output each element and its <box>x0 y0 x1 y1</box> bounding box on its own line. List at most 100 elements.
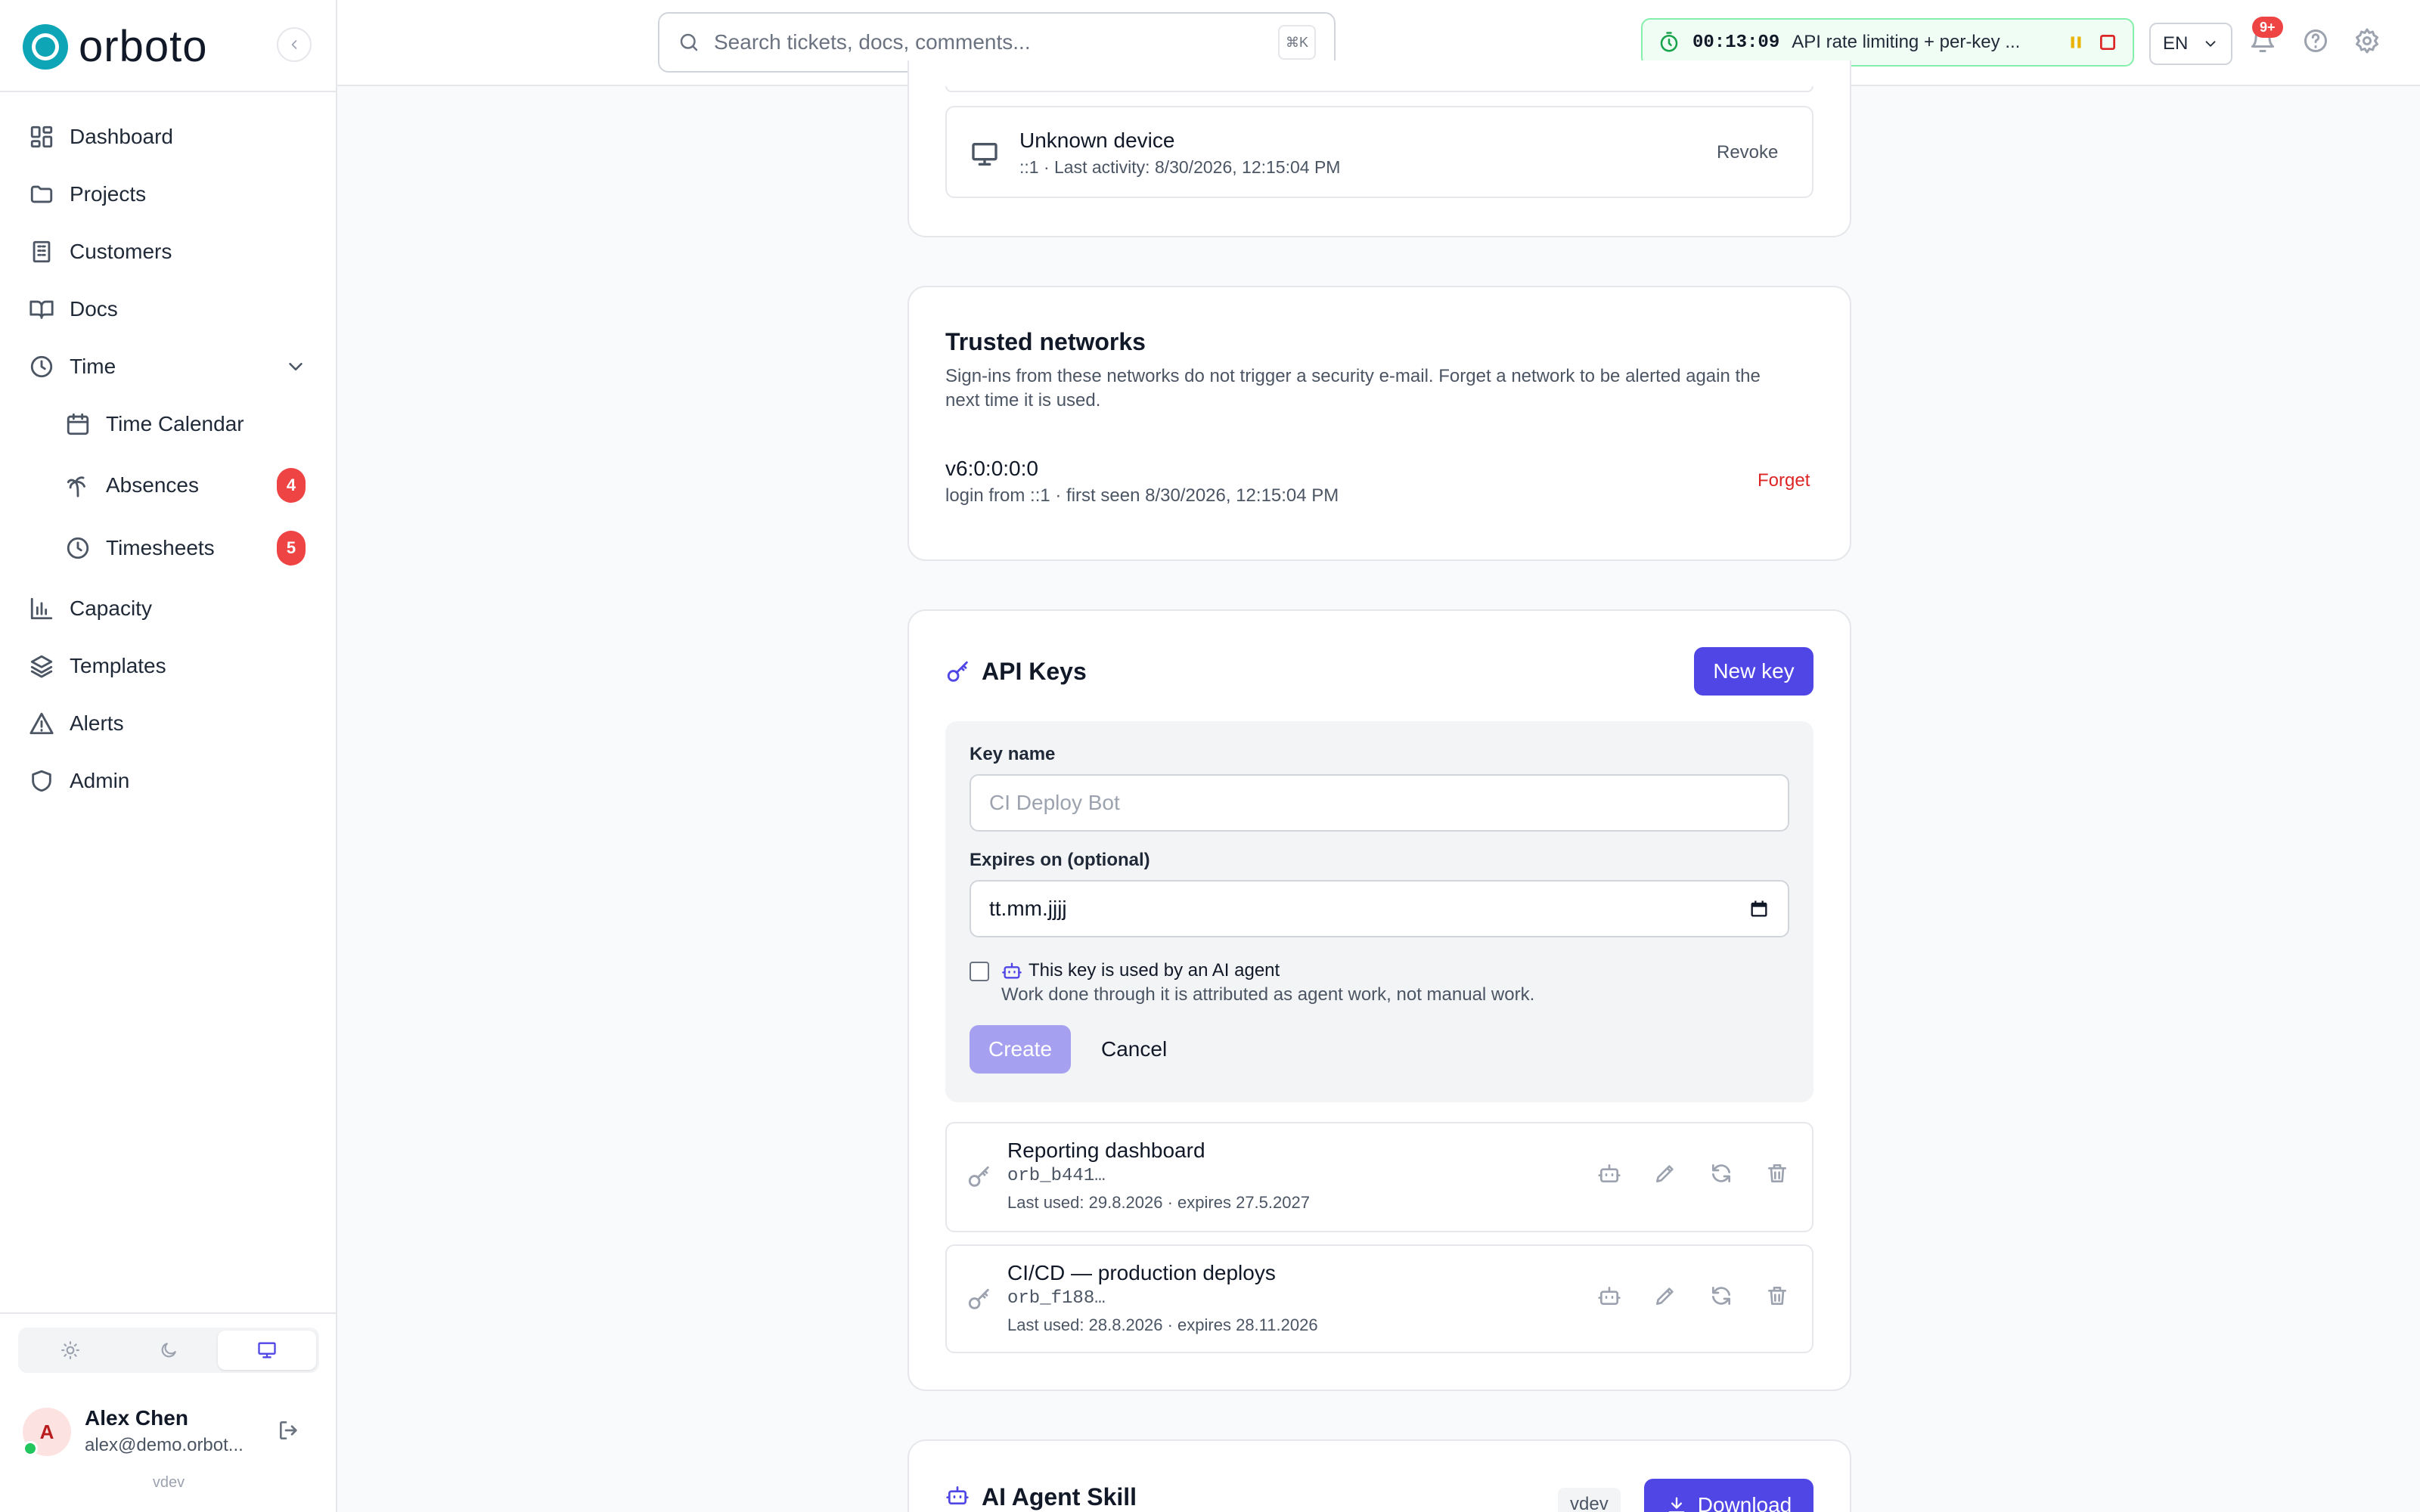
key-name-input[interactable]: CI Deploy Bot <box>970 774 1789 832</box>
network-meta: login from ::1 · first seen 8/30/2026, 1… <box>945 485 1339 506</box>
timer-elapsed: 00:13:09 <box>1692 32 1780 53</box>
notification-count-badge: 9+ <box>2252 17 2283 38</box>
search-icon <box>680 33 698 51</box>
skill-version-badge: vdev <box>1558 1488 1621 1512</box>
building-icon <box>33 240 51 263</box>
logo-text: orboto <box>79 22 208 71</box>
expires-label: Expires on (optional) <box>970 850 1150 870</box>
new-key-button[interactable]: New key <box>1694 647 1813 696</box>
sidebar-item-label: Timesheets <box>106 536 215 559</box>
api-key-meta: Last used: 29.8.2026 · expires 27.5.2027 <box>1007 1193 1310 1212</box>
trash-icon[interactable] <box>1765 1284 1789 1308</box>
trusted-networks-description: Sign-ins from these networks do not trig… <box>945 366 1761 411</box>
create-key-button[interactable]: Create <box>970 1025 1071 1074</box>
api-key-prefix: orb_f188… <box>1007 1288 1106 1309</box>
running-timer[interactable]: 00:13:09 API rate limiting + per-key ... <box>1641 18 2134 67</box>
sidebar-item-projects[interactable]: Projects <box>29 175 146 213</box>
search-shortcut: ⌘K <box>1278 25 1316 60</box>
api-key-row: CI/CD — production deploys orb_f188… Las… <box>945 1244 1813 1353</box>
rotate-icon[interactable] <box>1709 1284 1733 1308</box>
user-email: alex@demo.orbot... <box>85 1435 244 1455</box>
key-name-label: Key name <box>970 744 1056 764</box>
rotate-icon[interactable] <box>1709 1161 1733 1185</box>
sidebar-item-dashboard[interactable]: Dashboard <box>29 118 173 156</box>
sidebar-item-admin[interactable]: Admin <box>29 762 129 800</box>
expires-date-value: tt.mm.jjjj <box>989 897 1067 920</box>
sidebar-item-label: Time <box>70 355 116 378</box>
sidebar-item-absences[interactable]: Absences <box>65 466 199 504</box>
timesheets-count-badge: 5 <box>277 531 306 565</box>
stop-icon[interactable] <box>2098 33 2118 52</box>
trash-icon[interactable] <box>1765 1161 1789 1185</box>
ai-agent-skill-card: AI Agent Skill vdev Download <box>908 1439 1851 1512</box>
chevron-down-icon[interactable] <box>284 355 307 378</box>
sun-icon <box>61 1341 79 1359</box>
expires-date-input[interactable]: tt.mm.jjjj <box>970 880 1789 937</box>
layers-icon <box>30 655 53 678</box>
sidebar-item-templates[interactable]: Templates <box>29 647 166 685</box>
theme-light-button[interactable] <box>21 1331 119 1370</box>
network-address: v6:0:0:0:0 <box>945 457 1038 480</box>
robot-icon[interactable] <box>1597 1284 1621 1308</box>
sidebar-item-label: Admin <box>70 769 130 792</box>
sidebar-footer-divider <box>0 1312 337 1314</box>
download-icon <box>1668 1497 1685 1512</box>
sidebar-item-label: Dashboard <box>70 125 173 148</box>
ai-agent-checkbox[interactable] <box>970 962 989 981</box>
sidebar-item-alerts[interactable]: Alerts <box>29 705 124 742</box>
trusted-networks-card: Trusted networks Sign-ins from these net… <box>908 286 1851 561</box>
api-key-actions <box>1597 1161 1789 1185</box>
sidebar-item-timesheets[interactable]: Timesheets <box>65 529 215 567</box>
api-key-prefix: orb_b441… <box>1007 1166 1106 1186</box>
sidebar-item-label: Alerts <box>70 711 124 735</box>
collapse-sidebar-button[interactable] <box>277 27 312 62</box>
palm-tree-icon <box>67 476 85 497</box>
theme-dark-button[interactable] <box>119 1331 218 1370</box>
timer-task: API rate limiting + per-key ... <box>1792 32 2021 52</box>
stopwatch-icon <box>1660 32 1678 52</box>
revoke-button[interactable]: Revoke <box>1717 142 1778 163</box>
bar-chart-icon <box>30 597 53 620</box>
clock-icon <box>30 355 53 378</box>
logout-icon[interactable] <box>277 1418 301 1442</box>
dashboard-icon <box>30 125 53 148</box>
robot-icon[interactable] <box>1597 1161 1621 1185</box>
ai-agent-hint: Work done through it is attributed as ag… <box>1001 984 1535 1005</box>
download-label: Download <box>1697 1493 1792 1512</box>
app-version: vdev <box>152 1474 185 1491</box>
cancel-button[interactable]: Cancel <box>1101 1037 1167 1061</box>
api-key-meta: Last used: 28.8.2026 · expires 28.11.202… <box>1007 1315 1318 1334</box>
logo[interactable]: orboto <box>23 21 207 72</box>
language-value: EN <box>2163 33 2189 54</box>
sidebar-item-customers[interactable]: Customers <box>29 233 172 271</box>
calendar-icon[interactable] <box>1748 898 1770 919</box>
forget-network-button[interactable]: Forget <box>1758 470 1810 491</box>
folder-icon <box>30 185 53 203</box>
absences-count-badge: 4 <box>277 468 306 503</box>
theme-switcher <box>18 1328 319 1373</box>
sidebar-item-time[interactable]: Time <box>29 348 116 386</box>
download-skill-button[interactable]: Download <box>1644 1479 1813 1512</box>
pause-icon[interactable] <box>2066 33 2086 52</box>
sidebar-divider <box>0 91 337 92</box>
sidebar-item-time-calendar[interactable]: Time Calendar <box>65 405 244 443</box>
sidebar-item-docs[interactable]: Docs <box>29 290 118 328</box>
pencil-icon[interactable] <box>1653 1161 1677 1185</box>
device-name: Unknown device <box>1019 129 1175 152</box>
language-select[interactable]: EN <box>2149 23 2232 65</box>
gear-icon[interactable] <box>2353 27 2381 54</box>
search-placeholder: Search tickets, docs, comments... <box>714 30 1031 54</box>
monitor-icon <box>258 1342 276 1359</box>
sidebar-item-label: Customers <box>70 240 172 263</box>
help-icon[interactable] <box>2302 27 2329 54</box>
session-row: Unknown device ::1 · Last activity: 8/30… <box>945 106 1813 198</box>
api-key-row: Reporting dashboard orb_b441… Last used:… <box>945 1122 1813 1232</box>
moon-icon <box>161 1343 176 1358</box>
theme-system-button[interactable] <box>218 1331 316 1370</box>
online-status-indicator <box>23 1441 38 1456</box>
pencil-icon[interactable] <box>1653 1284 1677 1308</box>
logo-mark-icon <box>23 23 68 70</box>
ai-agent-skill-title: AI Agent Skill <box>982 1483 1137 1510</box>
robot-icon <box>946 1486 969 1504</box>
sidebar-item-capacity[interactable]: Capacity <box>29 590 152 627</box>
